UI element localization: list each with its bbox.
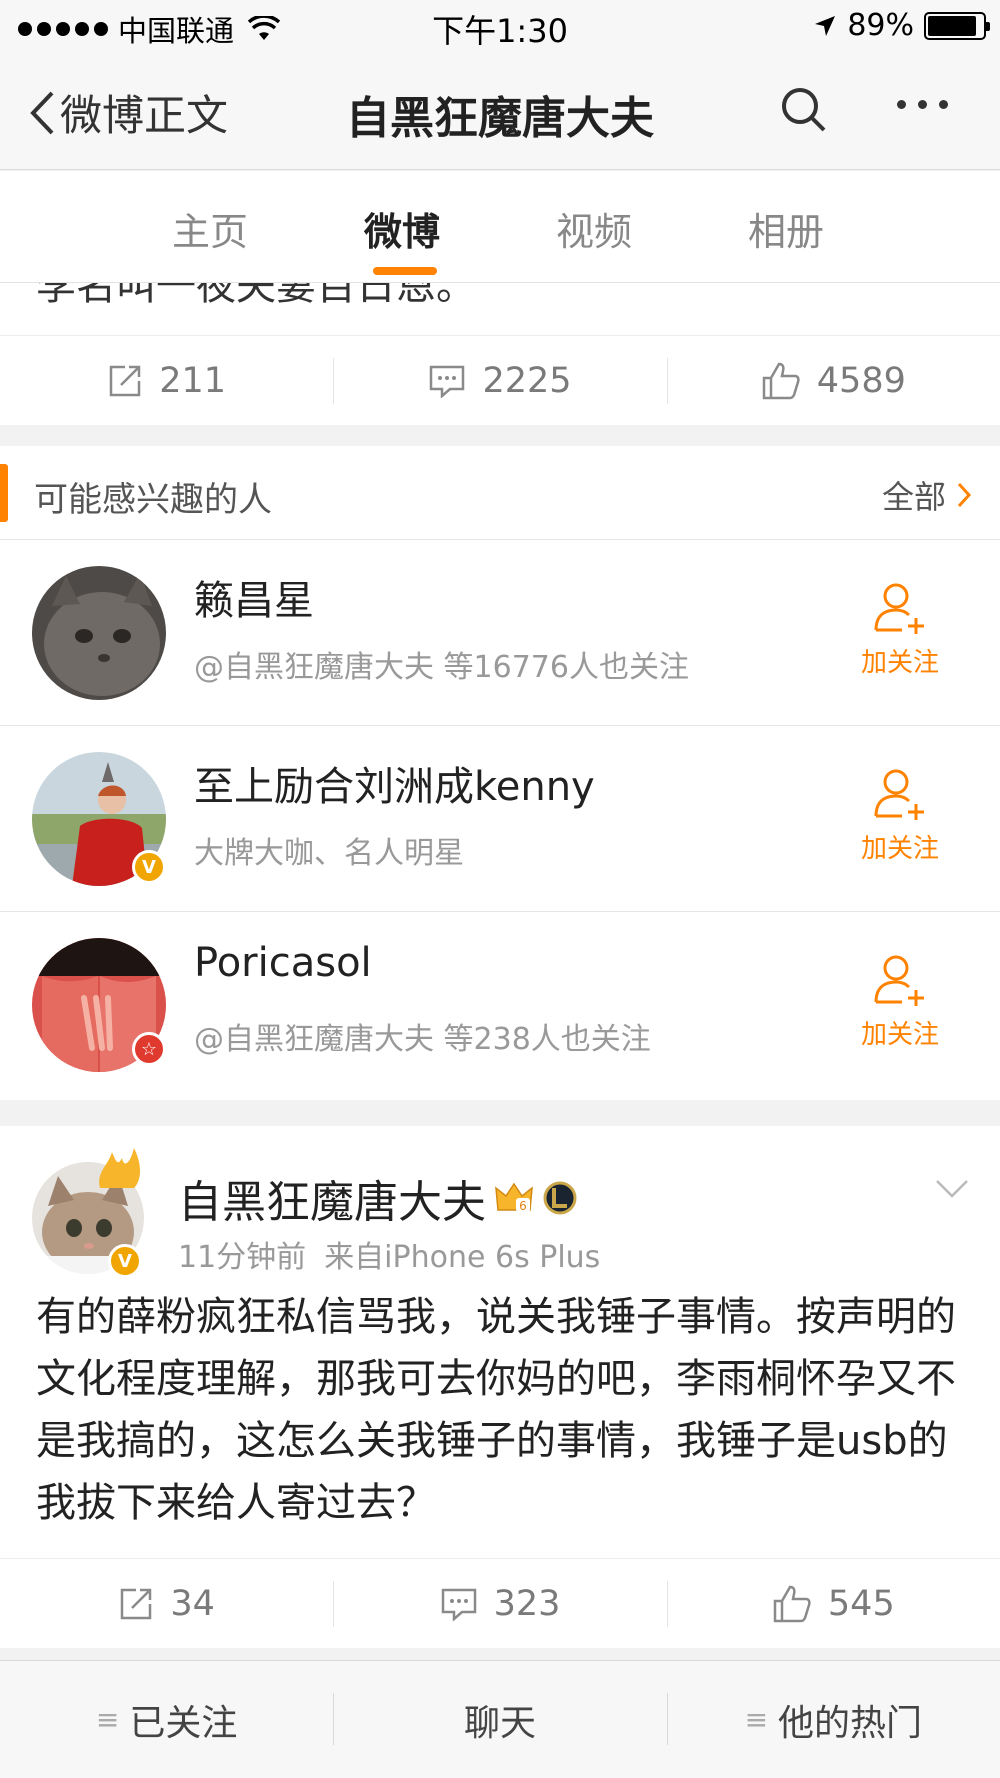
active-tab-indicator xyxy=(373,267,437,275)
status-bar: 中国联通 下午1:30 89% xyxy=(0,0,1000,52)
recommended-people-card: 可能感兴趣的人 全部 籁昌星 @自黑狂魔唐大夫 等16776人也关注 加关注 V… xyxy=(0,446,1000,1100)
follow-button[interactable]: 加关注 xyxy=(860,952,940,1051)
battery-level xyxy=(928,15,977,36)
location-arrow-icon xyxy=(815,15,836,36)
person-description: @自黑狂魔唐大夫 等16776人也关注 xyxy=(194,650,689,685)
recommended-person[interactable]: 籁昌星 @自黑狂魔唐大夫 等16776人也关注 加关注 xyxy=(0,540,1000,726)
comment-icon xyxy=(441,1588,476,1621)
follow-label: 加关注 xyxy=(860,834,939,864)
menu-icon: ≡ xyxy=(744,1703,769,1736)
verified-badge: V xyxy=(132,850,166,884)
like-button[interactable]: 545 xyxy=(666,1559,1000,1648)
comment-count: 323 xyxy=(493,1583,561,1624)
repost-count: 211 xyxy=(159,360,227,401)
repost-icon xyxy=(110,365,141,396)
profile-tabs: 主页 微博 视频 相册 xyxy=(0,171,1000,283)
tab-album[interactable]: 相册 xyxy=(748,201,824,256)
person-description: @自黑狂魔唐大夫 等238人也关注 xyxy=(194,1022,651,1057)
thumbs-up-icon xyxy=(773,1585,811,1622)
like-count: 545 xyxy=(827,1583,895,1624)
like-count: 4589 xyxy=(816,360,906,401)
add-user-icon xyxy=(874,769,924,820)
previous-post-text: 李名叫一夜夫妻百日恩。 xyxy=(0,283,1000,335)
thumbs-up-icon xyxy=(762,362,800,399)
bottom-toolbar: ≡ 已关注 聊天 ≡ 他的热门 xyxy=(0,1660,1000,1778)
chat-button[interactable]: 聊天 xyxy=(333,1661,666,1778)
person-name[interactable]: 籁昌星 xyxy=(194,568,314,626)
previous-post-text-tail: 李名叫一夜夫妻百日恩。 xyxy=(36,283,476,309)
post-actions: 34 323 545 xyxy=(0,1558,1000,1648)
comment-button[interactable]: 323 xyxy=(333,1559,666,1648)
search-icon[interactable] xyxy=(780,86,828,134)
comment-button[interactable]: 2225 xyxy=(333,336,666,425)
post-text: 有的薛粉疯狂私信骂我，说关我锤子事情。按声明的文化程度理解，那我可去你妈的吧，李… xyxy=(36,1294,956,1526)
post-author[interactable]: 自黑狂魔唐大夫 6 xyxy=(178,1166,578,1230)
follow-button[interactable]: 加关注 xyxy=(860,580,940,679)
tab-home[interactable]: 主页 xyxy=(172,201,248,256)
post-time: 11分钟前 xyxy=(178,1240,307,1275)
repost-button[interactable]: 211 xyxy=(0,336,333,425)
avatar[interactable] xyxy=(32,566,166,700)
like-button[interactable]: 4589 xyxy=(666,336,1000,425)
repost-icon xyxy=(121,1588,152,1619)
add-user-icon xyxy=(874,955,924,1006)
person-name[interactable]: Poricasol xyxy=(194,940,372,986)
repost-button[interactable]: 34 xyxy=(0,1559,333,1648)
page-title: 自黑狂魔唐大夫 xyxy=(346,93,654,144)
nav-bar: 微博正文 自黑狂魔唐大夫 xyxy=(0,52,1000,170)
tab-weibo[interactable]: 微博 xyxy=(364,201,440,256)
comment-icon xyxy=(430,365,465,398)
recommended-header: 可能感兴趣的人 全部 xyxy=(0,446,1000,540)
post-meta: 11分钟前 来自iPhone 6s Plus xyxy=(178,1232,600,1276)
chevron-down-icon[interactable] xyxy=(934,1178,970,1200)
followed-button[interactable]: ≡ 已关注 xyxy=(0,1661,333,1778)
vip-badge: ☆ xyxy=(132,1032,166,1066)
follow-label: 加关注 xyxy=(860,1020,939,1050)
recommended-person[interactable]: ☆ Poricasol @自黑狂魔唐大夫 等238人也关注 加关注 xyxy=(0,912,1000,1098)
member-level: 6 xyxy=(519,1199,527,1213)
author-name[interactable]: 自黑狂魔唐大夫 xyxy=(178,1166,486,1230)
league-of-legends-icon[interactable] xyxy=(542,1180,578,1216)
chevron-right-icon xyxy=(957,482,972,508)
chat-label: 聊天 xyxy=(463,1702,536,1744)
menu-icon: ≡ xyxy=(95,1703,120,1736)
recommended-title: 可能感兴趣的人 xyxy=(34,480,272,520)
person-name[interactable]: 至上励合刘洲成kenny xyxy=(194,754,595,812)
follow-button[interactable]: 加关注 xyxy=(860,766,940,865)
comment-count: 2225 xyxy=(482,360,572,401)
tab-video[interactable]: 视频 xyxy=(556,201,632,256)
recommended-person[interactable]: V 至上励合刘洲成kenny 大牌大咖、名人明星 加关注 xyxy=(0,726,1000,912)
hot-posts-button[interactable]: ≡ 他的热门 xyxy=(666,1661,1000,1778)
battery-icon xyxy=(924,11,990,40)
previous-post-actions: 211 2225 4589 xyxy=(0,335,1000,425)
post-source[interactable]: 来自iPhone 6s Plus xyxy=(324,1232,600,1276)
view-all-link[interactable]: 全部 xyxy=(882,472,972,518)
verified-badge: V xyxy=(108,1244,142,1278)
battery-percent: 89% xyxy=(847,8,914,43)
follow-label: 加关注 xyxy=(860,648,939,678)
weibo-post: V 自黑狂魔唐大夫 6 11分钟前 来自iPhone 6s Plus 有的薛粉疯… xyxy=(0,1126,1000,1648)
more-icon[interactable] xyxy=(897,100,948,109)
followed-label: 已关注 xyxy=(129,1702,238,1744)
view-all-label: 全部 xyxy=(881,478,946,516)
person-description: 大牌大咖、名人明星 xyxy=(194,836,464,871)
hot-posts-label: 他的热门 xyxy=(778,1702,923,1744)
flame-decoration-icon xyxy=(99,1148,140,1188)
repost-count: 34 xyxy=(170,1583,215,1624)
member-crown-icon[interactable]: 6 xyxy=(494,1180,534,1216)
section-accent-bar xyxy=(0,464,8,522)
add-user-icon xyxy=(874,583,924,634)
